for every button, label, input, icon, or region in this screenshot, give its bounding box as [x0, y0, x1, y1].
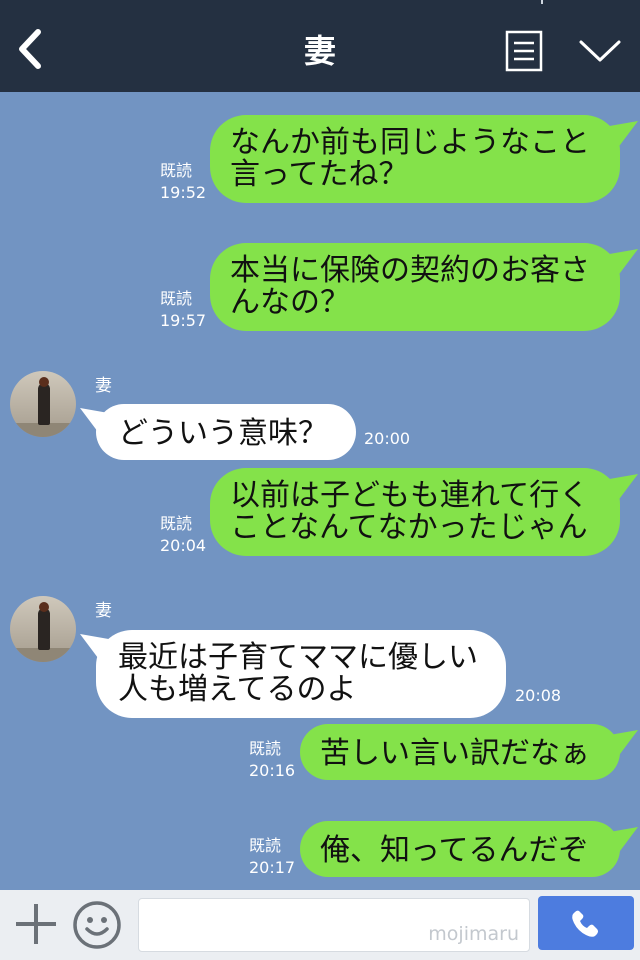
read-receipt: 既読 20:17 — [249, 835, 295, 879]
read-label: 既読 — [160, 289, 193, 308]
bubble-tail — [608, 730, 638, 756]
message-time: 20:17 — [249, 858, 296, 877]
message-input[interactable]: mojimaru — [138, 898, 530, 952]
message-text: なんか前も同じようなこと 言ってたね？ — [230, 125, 590, 192]
message-bubble-incoming[interactable]: どういう意味？ — [80, 404, 356, 460]
sender-name: 妻 — [95, 376, 112, 396]
message-bubble-outgoing[interactable]: 俺、知ってるんだぞ — [300, 821, 638, 877]
expand-button[interactable] — [577, 34, 623, 68]
avatar[interactable] — [10, 596, 76, 662]
bubble-tail — [608, 474, 638, 500]
message-bubble-outgoing[interactable]: なんか前も同じようなこと 言ってたね？ — [210, 115, 638, 203]
emoji-button[interactable] — [72, 900, 122, 950]
read-receipt: 既読 19:52 — [160, 160, 206, 204]
message-time: 20:00 — [364, 429, 411, 448]
chat-title: 妻 — [303, 32, 336, 70]
message-time: 20:04 — [160, 536, 207, 555]
message-text: 俺、知ってるんだぞ — [320, 833, 589, 868]
list-icon — [505, 30, 543, 72]
message-time: 20:16 — [249, 761, 296, 780]
watermark-text: mojimaru — [428, 923, 519, 945]
bubble-tail — [608, 249, 638, 275]
bubble-tail — [80, 408, 110, 434]
message-time: 20:08 — [515, 686, 562, 705]
call-button[interactable] — [538, 896, 634, 950]
bubble-tail — [80, 634, 110, 660]
read-label: 既読 — [160, 514, 193, 533]
bubble-tail — [608, 121, 638, 147]
message-time: 19:57 — [160, 311, 207, 330]
chevron-left-icon — [19, 29, 41, 69]
message-time: 19:52 — [160, 183, 207, 202]
bubble-tail — [608, 827, 638, 853]
message-text: 苦しい言い訳だなぁ — [320, 736, 590, 771]
chat-header: 妻 — [0, 0, 640, 92]
add-button[interactable] — [12, 900, 60, 948]
message-text: 本当に保険の契約のお客さ んなの？ — [230, 253, 590, 320]
message-text: 以前は子どもも連れて行く ことなんてなかったじゃん — [230, 478, 590, 545]
read-receipt: 既読 20:16 — [249, 738, 295, 782]
status-bar-fragment — [541, 0, 543, 4]
message-text: 最近は子育てママに優しい 人も増えてるのよ — [118, 640, 478, 707]
read-receipt: 既読 19:57 — [160, 288, 206, 332]
message-text: どういう意味？ — [118, 416, 328, 451]
chat-area[interactable]: 既読 19:52 なんか前も同じようなこと 言ってたね？ 既読 19:57 本当… — [0, 92, 640, 890]
message-bubble-incoming[interactable]: 最近は子育てママに優しい 人も増えてるのよ — [80, 630, 506, 718]
plus-icon — [16, 904, 56, 944]
smiley-icon — [73, 901, 121, 949]
read-receipt: 既読 20:04 — [160, 513, 206, 557]
read-label: 既読 — [249, 836, 282, 855]
chevron-down-icon — [579, 40, 621, 62]
message-bubble-outgoing[interactable]: 苦しい言い訳だなぁ — [300, 724, 638, 780]
back-button[interactable] — [10, 22, 54, 76]
message-bubble-outgoing[interactable]: 本当に保険の契約のお客さ んなの？ — [210, 243, 638, 331]
phone-icon — [572, 910, 598, 937]
menu-button[interactable] — [505, 30, 543, 72]
read-label: 既読 — [160, 161, 193, 180]
message-bubble-outgoing[interactable]: 以前は子どもも連れて行く ことなんてなかったじゃん — [210, 468, 638, 556]
sender-name: 妻 — [95, 601, 112, 621]
avatar[interactable] — [10, 371, 76, 437]
input-bar: mojimaru — [0, 890, 640, 960]
read-label: 既読 — [249, 739, 282, 758]
